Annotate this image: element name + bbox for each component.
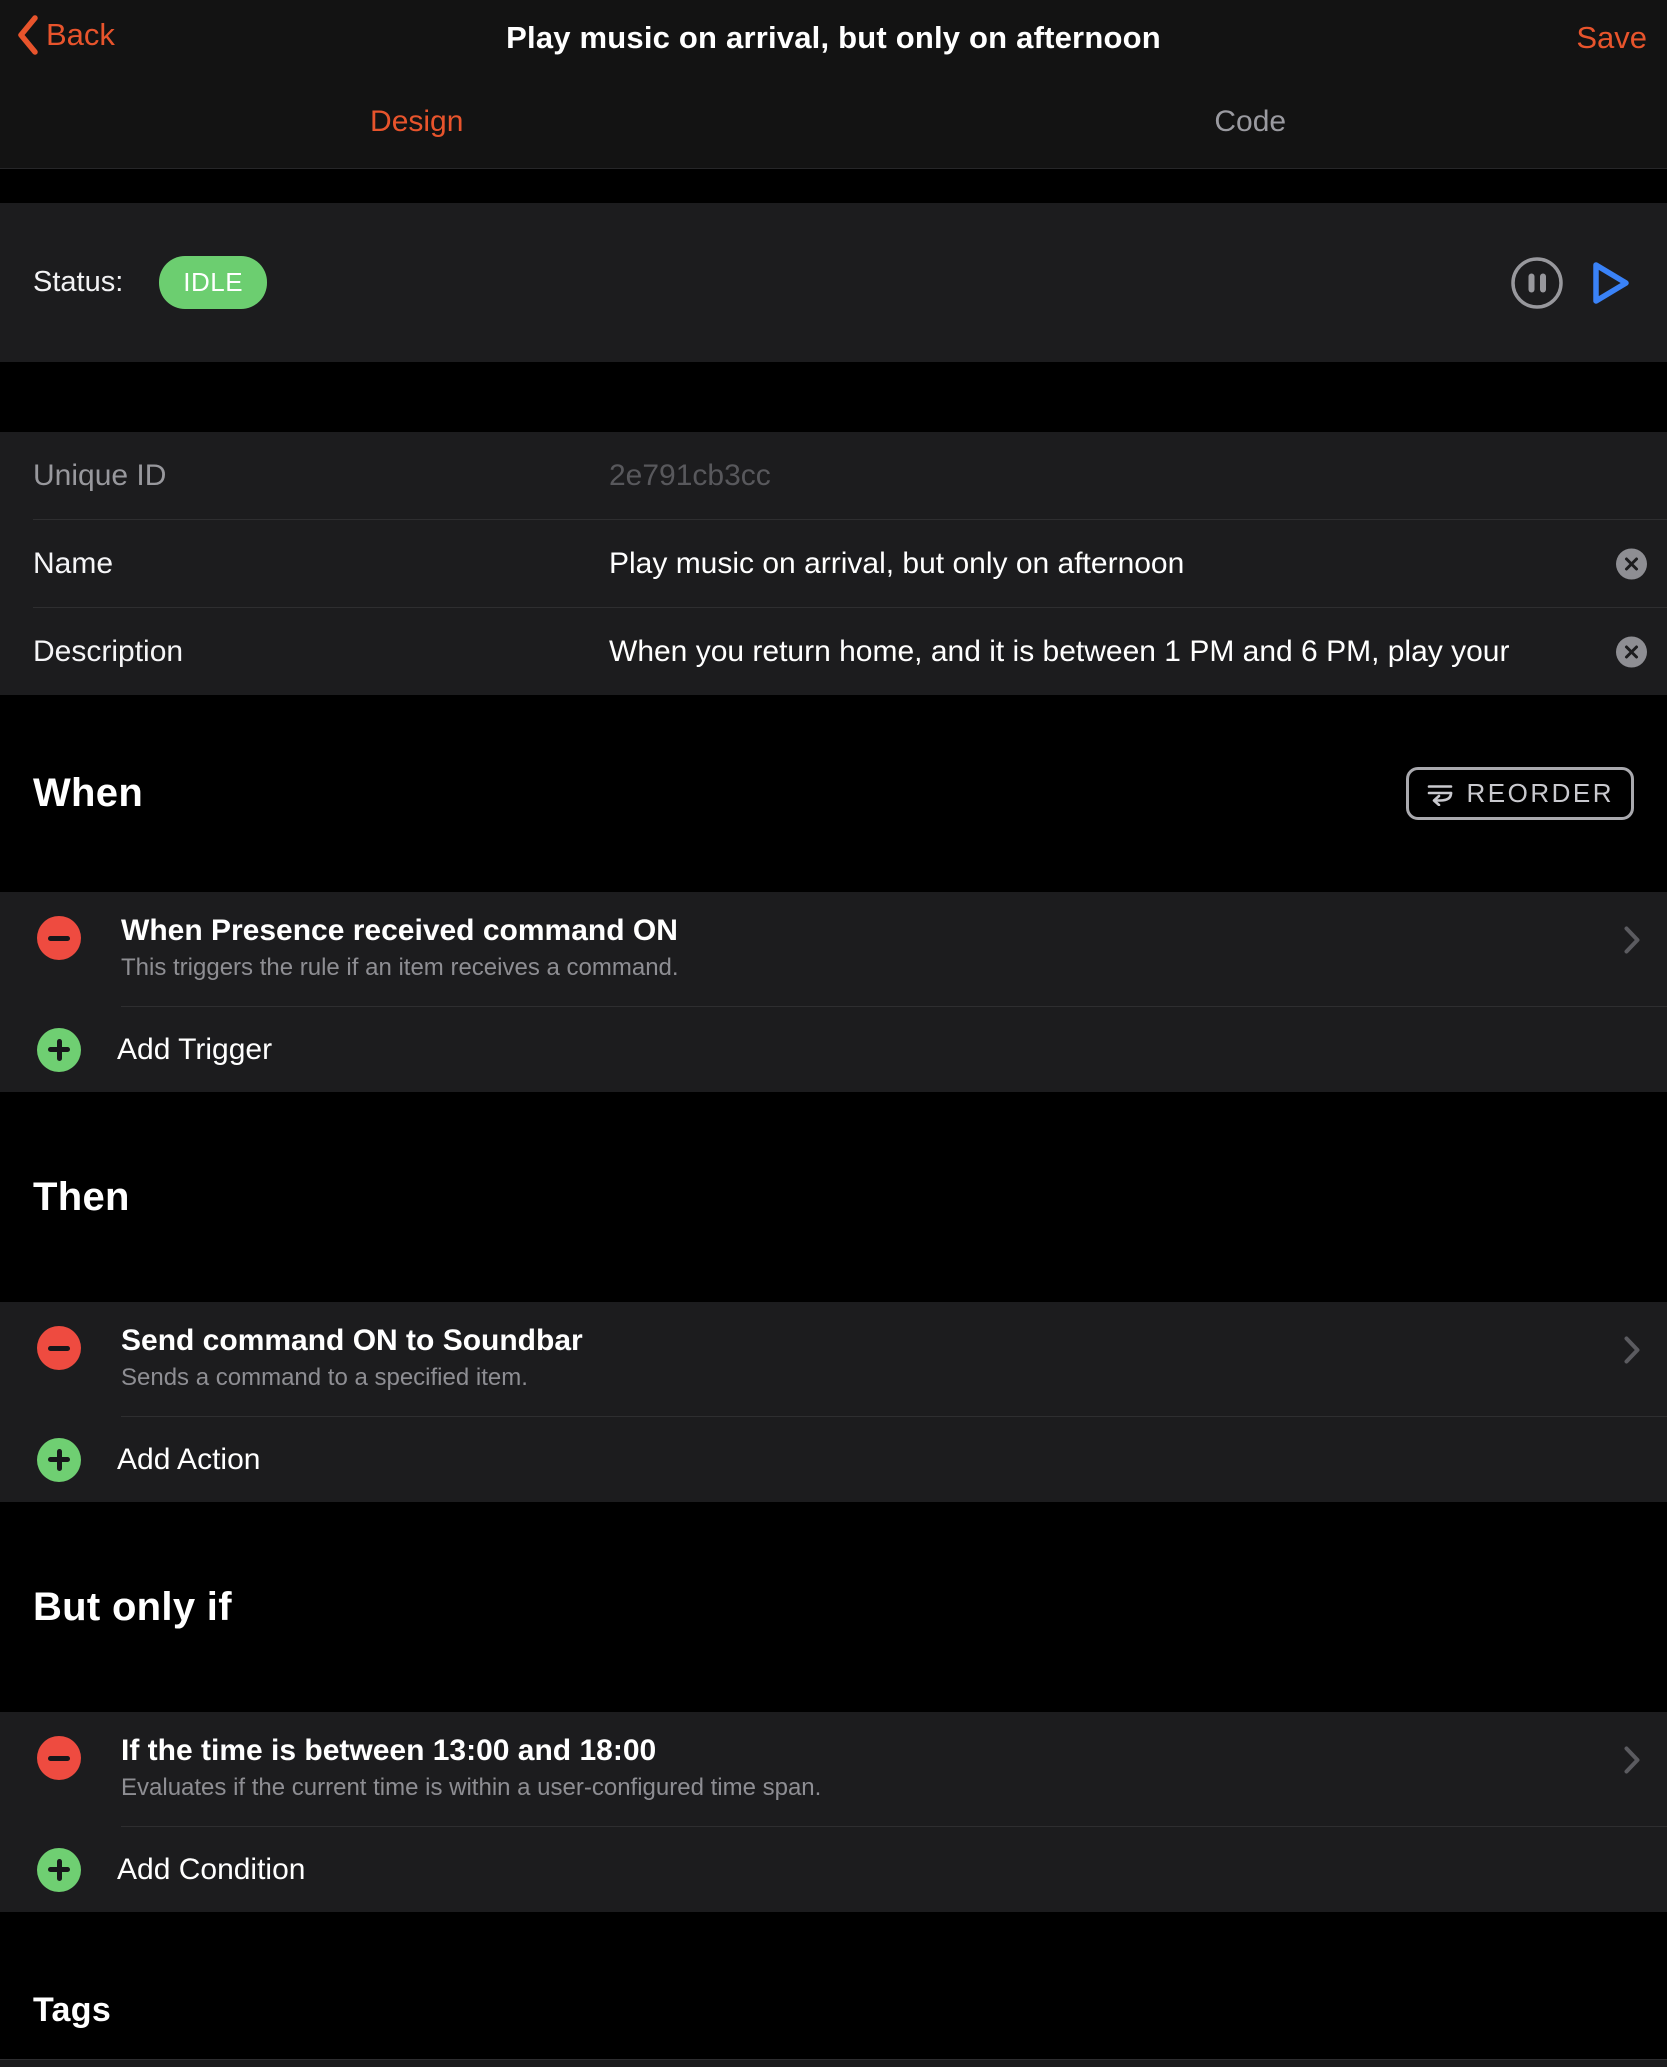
- description-input[interactable]: When you return home, and it is between …: [609, 635, 1667, 669]
- unique-id-value: 2e791cb3cc: [609, 459, 1667, 493]
- name-label: Name: [33, 547, 609, 581]
- navbar: Back Play music on arrival, but only on …: [0, 0, 1667, 169]
- add-trigger-label: Add Trigger: [117, 1033, 272, 1067]
- status-badge: IDLE: [159, 256, 267, 309]
- when-section-header: When REORDER: [0, 695, 1667, 892]
- trigger-subtitle: This triggers the rule if an item receiv…: [121, 952, 1607, 983]
- minus-icon: [48, 936, 70, 941]
- reorder-label: REORDER: [1466, 778, 1614, 809]
- status-actions: [1510, 256, 1634, 310]
- clear-name-button[interactable]: [1616, 548, 1647, 579]
- reorder-icon: [1426, 782, 1454, 806]
- play-icon: [1586, 256, 1634, 310]
- tags-section-header: Tags: [0, 1912, 1667, 2059]
- add-condition-row[interactable]: Add Condition: [0, 1827, 1667, 1912]
- plus-icon: [37, 1848, 81, 1892]
- add-condition-label: Add Condition: [117, 1853, 305, 1887]
- add-action-label: Add Action: [117, 1443, 260, 1477]
- chevron-right-icon: [1623, 925, 1641, 955]
- clear-x-icon: [1624, 556, 1639, 571]
- page-title: Play music on arrival, but only on after…: [0, 0, 1667, 76]
- then-section-header: Then: [0, 1092, 1667, 1302]
- remove-action-button[interactable]: [37, 1326, 81, 1370]
- rule-form-panel: Unique ID 2e791cb3cc Name Play music on …: [0, 432, 1667, 695]
- form-row-name: Name Play music on arrival, but only on …: [0, 520, 1667, 607]
- action-subtitle: Sends a command to a specified item.: [121, 1362, 1607, 1393]
- unique-id-label: Unique ID: [33, 459, 609, 493]
- plus-icon: [37, 1438, 81, 1482]
- condition-row[interactable]: If the time is between 13:00 and 18:00 E…: [0, 1712, 1667, 1826]
- minus-icon: [48, 1756, 70, 1761]
- condition-section-header: But only if: [0, 1502, 1667, 1712]
- reorder-button[interactable]: REORDER: [1406, 767, 1634, 820]
- add-action-row[interactable]: Add Action: [0, 1417, 1667, 1502]
- pause-button[interactable]: [1510, 256, 1564, 310]
- run-button[interactable]: [1586, 256, 1634, 310]
- chevron-right-icon: [1623, 1745, 1641, 1775]
- action-row[interactable]: Send command ON to Soundbar Sends a comm…: [0, 1302, 1667, 1416]
- then-heading: Then: [33, 1175, 130, 1220]
- when-heading: When: [33, 771, 143, 816]
- tags-panel-edge: [0, 2059, 1667, 2067]
- trigger-row[interactable]: When Presence received command ON This t…: [0, 892, 1667, 1006]
- save-button[interactable]: Save: [1576, 14, 1647, 62]
- rule-editor-screen: Back Play music on arrival, but only on …: [0, 0, 1667, 2067]
- nav-top-row: Back Play music on arrival, but only on …: [0, 0, 1667, 76]
- clear-x-icon: [1624, 644, 1639, 659]
- tab-bar: Design Code: [0, 76, 1667, 168]
- condition-subtitle: Evaluates if the current time is within …: [121, 1772, 1607, 1803]
- remove-condition-button[interactable]: [37, 1736, 81, 1780]
- status-panel: Status: IDLE: [0, 203, 1667, 362]
- name-input[interactable]: Play music on arrival, but only on after…: [609, 547, 1667, 581]
- actions-panel: Send command ON to Soundbar Sends a comm…: [0, 1302, 1667, 1502]
- pause-icon: [1510, 256, 1564, 310]
- remove-trigger-button[interactable]: [37, 916, 81, 960]
- description-label: Description: [33, 635, 609, 669]
- but-only-if-heading: But only if: [33, 1585, 232, 1630]
- form-row-unique-id: Unique ID 2e791cb3cc: [0, 432, 1667, 519]
- trigger-title: When Presence received command ON: [121, 912, 1607, 949]
- tab-design[interactable]: Design: [0, 76, 834, 168]
- tags-heading: Tags: [33, 1991, 111, 2030]
- plus-icon: [37, 1028, 81, 1072]
- conditions-panel: If the time is between 13:00 and 18:00 E…: [0, 1712, 1667, 1912]
- minus-icon: [48, 1346, 70, 1351]
- triggers-panel: When Presence received command ON This t…: [0, 892, 1667, 1092]
- form-row-description: Description When you return home, and it…: [0, 608, 1667, 695]
- action-title: Send command ON to Soundbar: [121, 1322, 1607, 1359]
- tab-code[interactable]: Code: [834, 76, 1667, 168]
- chevron-right-icon: [1623, 1335, 1641, 1365]
- add-trigger-row[interactable]: Add Trigger: [0, 1007, 1667, 1092]
- condition-title: If the time is between 13:00 and 18:00: [121, 1732, 1607, 1769]
- status-label: Status:: [33, 266, 123, 299]
- clear-description-button[interactable]: [1616, 636, 1647, 667]
